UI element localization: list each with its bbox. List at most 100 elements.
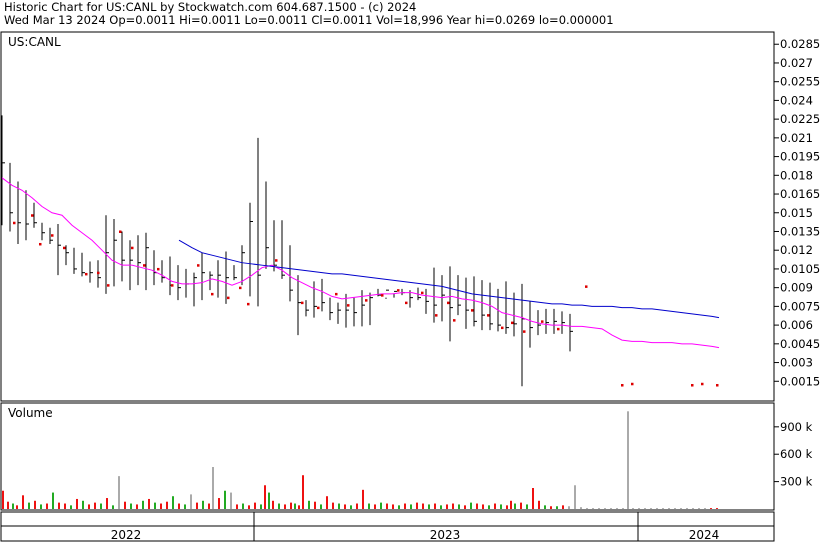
volume-bar — [374, 504, 376, 509]
volume-bar — [440, 505, 442, 509]
volume-bar — [260, 504, 262, 509]
price-dot — [405, 301, 408, 305]
volume-bar — [674, 508, 676, 509]
volume-bar — [627, 411, 629, 509]
volume-bar — [298, 505, 300, 509]
volume-bar — [692, 508, 694, 509]
price-dot — [247, 302, 250, 306]
volume-tick-label: 300 k — [780, 475, 813, 489]
volume-bar — [124, 501, 126, 509]
volume-bar — [264, 485, 266, 509]
volume-bar — [58, 502, 60, 509]
price-tick-label: 0.018 — [780, 168, 813, 182]
volume-bar — [294, 503, 296, 509]
price-dot — [301, 301, 304, 305]
price-tick-label: 0.021 — [780, 131, 813, 145]
volume-bar — [356, 503, 358, 509]
volume-bar — [88, 504, 90, 509]
volume-bar — [386, 503, 388, 509]
price-tick-label: 0.0225 — [780, 112, 820, 126]
volume-bar — [470, 502, 472, 509]
volume-bar — [106, 498, 108, 509]
volume-bar — [154, 502, 156, 509]
volume-bar — [242, 503, 244, 509]
price-dot — [197, 264, 200, 267]
volume-bar — [610, 508, 612, 509]
volume-bar — [704, 508, 706, 509]
price-dot — [211, 292, 214, 296]
price-dot — [275, 259, 278, 262]
volume-bar — [94, 502, 96, 509]
price-tick-label: 0.0195 — [780, 150, 820, 164]
year-label-2024: 2024 — [689, 528, 720, 542]
volume-bar — [160, 503, 162, 509]
volume-bar — [16, 505, 18, 509]
price-panel: US:CANL 0.02850.0270.02550.0240.02250.02… — [0, 31, 820, 402]
date-axis: 2022 2023 2024 — [0, 511, 775, 542]
volume-bar — [28, 502, 30, 509]
volume-bar — [514, 503, 516, 509]
volume-bar — [34, 500, 36, 509]
volume-bar — [278, 503, 280, 509]
volume-bar — [46, 503, 48, 509]
price-dot — [131, 246, 134, 250]
price-tick-label: 0.0045 — [780, 337, 820, 351]
volume-bar — [622, 508, 624, 509]
price-tick-label: 0.015 — [780, 206, 813, 220]
volume-bar — [314, 501, 316, 509]
price-tick-label: 0.0135 — [780, 224, 820, 238]
volume-bar — [650, 508, 652, 509]
volume-bar — [446, 504, 448, 509]
volume-bar — [236, 504, 238, 509]
price-tick-label: 0.0165 — [780, 187, 820, 201]
volume-bar — [100, 503, 102, 509]
price-dot — [511, 321, 514, 325]
volume-bar — [538, 500, 540, 509]
volume-bar — [338, 503, 340, 509]
year-label-2023: 2023 — [430, 528, 461, 542]
volume-bar — [526, 504, 528, 509]
volume-bar — [40, 504, 42, 509]
price-dot — [541, 320, 544, 323]
price-dot — [51, 234, 54, 237]
volume-bar — [368, 503, 370, 509]
volume-bar — [172, 496, 174, 509]
volume-bar — [604, 508, 606, 509]
volume-bar — [284, 504, 286, 509]
volume-bar — [212, 467, 214, 509]
price-dot — [421, 291, 424, 295]
volume-bar — [82, 500, 84, 509]
price-dot — [63, 246, 66, 250]
volume-bar — [510, 500, 512, 509]
volume-bar — [344, 504, 346, 509]
volume-bar — [272, 500, 274, 509]
volume-bar — [428, 504, 430, 509]
volume-bar — [410, 504, 412, 509]
volume-bar — [562, 505, 564, 509]
price-dot — [335, 292, 338, 296]
volume-bar — [616, 508, 618, 509]
volume-bar — [580, 507, 582, 509]
price-dot — [557, 327, 560, 331]
volume-bar — [268, 492, 270, 509]
price-dot — [39, 242, 42, 246]
volume-bar — [710, 508, 712, 509]
price-tick-label: 0.0105 — [780, 262, 820, 276]
volume-panel: Volume 900 k 600 k 300 k — [0, 402, 813, 511]
volume-bar — [202, 500, 204, 509]
volume-bar — [494, 503, 496, 509]
price-dot — [171, 284, 174, 287]
volume-bar — [320, 504, 322, 509]
volume-bar — [680, 508, 682, 509]
volume-bar — [638, 508, 640, 509]
price-tick-label: 0.0255 — [780, 75, 820, 89]
price-dot — [621, 384, 624, 387]
volume-bar — [476, 503, 478, 509]
volume-bar — [148, 498, 150, 509]
price-dot — [631, 382, 634, 386]
volume-bar — [380, 502, 382, 509]
price-dot — [97, 271, 100, 275]
volume-bar — [248, 505, 250, 509]
volume-bar — [52, 492, 54, 509]
volume-bar — [544, 505, 546, 509]
